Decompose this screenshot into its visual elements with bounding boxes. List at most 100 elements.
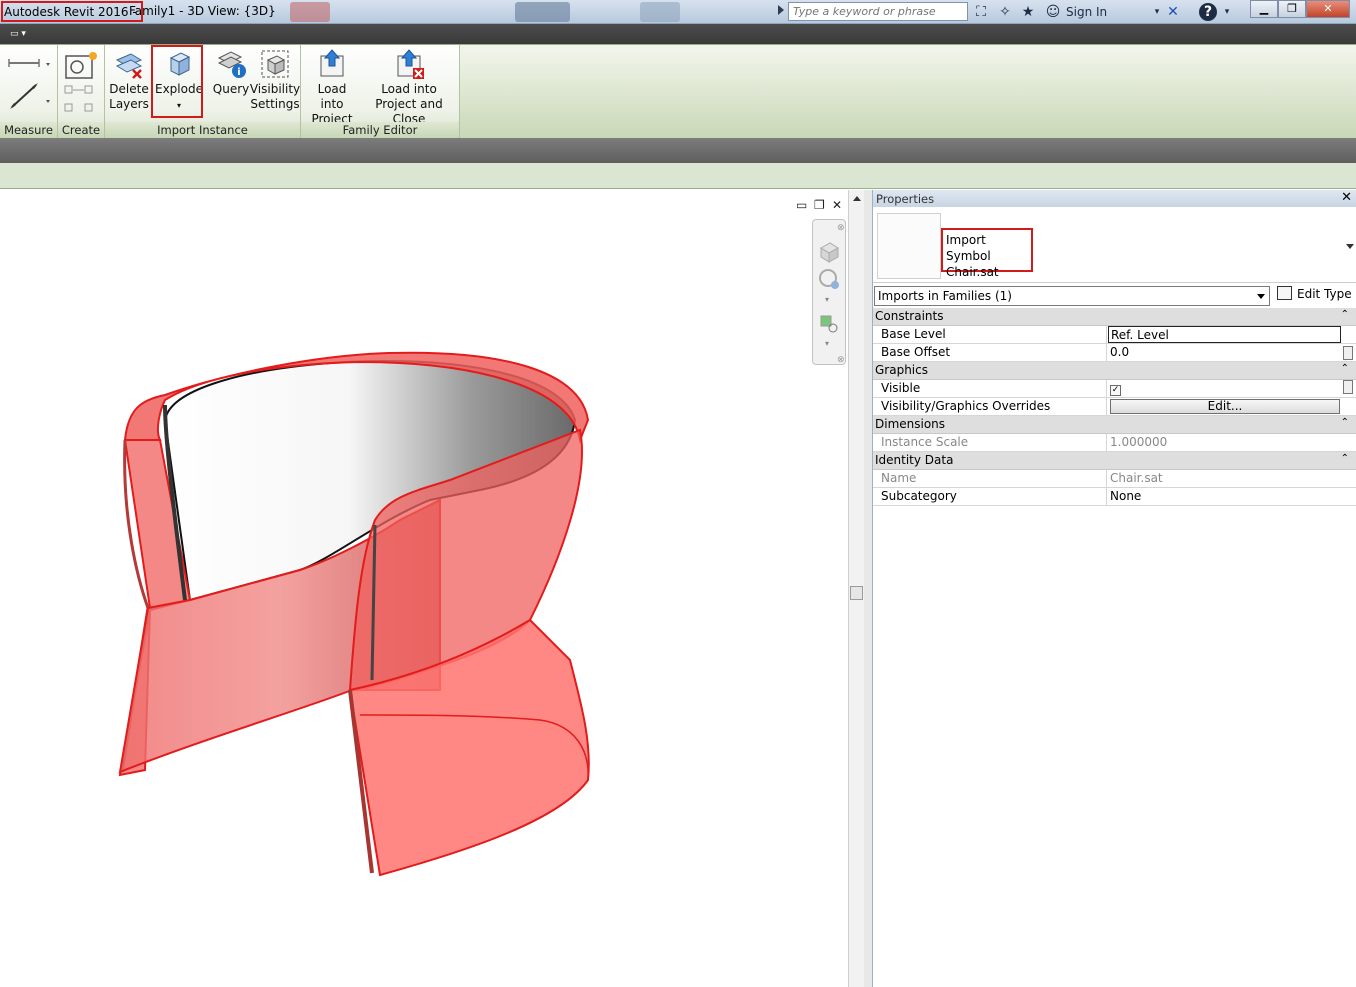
binoculars-icon[interactable]: ⛶ [972,3,990,21]
sign-in-button[interactable]: Sign In [1066,5,1107,19]
collapse-icon[interactable]: ⌃ [1341,417,1349,428]
measure-panel: Measure [0,45,58,138]
group-dimensions-label: Dimensions [875,417,946,431]
help-dropdown-icon[interactable]: ▾ [1218,3,1236,21]
edit-type-label: Edit Type [1297,287,1352,301]
scrollbar-thumb[interactable] [850,586,863,600]
view-restore-icon[interactable]: ❐ [814,198,825,212]
document-title: Family1 - 3D View: {3D} [129,4,276,18]
query-button[interactable]: i Query [209,48,253,97]
search-input[interactable] [788,2,968,21]
property-key: Visibility/Graphics Overrides [873,398,1107,415]
3d-view-canvas[interactable] [0,190,848,987]
property-key: Base Offset [873,344,1107,361]
instance-filter-dropdown[interactable]: Imports in Families (1) [874,286,1270,306]
visibility-settings-label-2: Settings [250,97,300,111]
type-name: Chair.sat [946,265,999,279]
delete-layers-button[interactable]: Delete Layers [107,48,151,112]
create-tools-icon[interactable] [63,50,101,116]
blurred-taskbar-area [515,2,570,22]
minimize-button[interactable]: ▁ [1250,0,1278,18]
family-editor-panel: Load into Project Load into Project and … [301,45,460,138]
infocenter-expand-icon[interactable] [778,5,784,15]
measure-tools-icon[interactable] [6,53,52,113]
family-editor-panel-label[interactable]: Family Editor [301,122,459,138]
application-menu-button[interactable]: ▭ ▾ [10,29,32,40]
type-family-name: Import Symbol [946,233,991,263]
base-level-field[interactable]: Ref. Level [1108,326,1341,343]
view-vertical-scrollbar[interactable] [848,190,864,987]
properties-title: Properties [876,192,935,206]
name-value: Chair.sat [1110,471,1163,485]
properties-scroll-handle[interactable] [1343,346,1353,360]
load-into-project-label-1: Load into [317,82,347,111]
explode-highlight [151,45,203,118]
property-row-name: Name Chair.sat [873,470,1356,488]
help-icon[interactable]: ? [1199,3,1217,21]
navigation-bar: ⊗ ▾ ▾ ⊗ [812,219,846,365]
properties-palette: Properties ✕ Import Symbol Chair.sat Imp… [872,190,1356,987]
star-icon[interactable]: ★ [1019,3,1037,21]
view-close-icon[interactable]: ✕ [832,198,842,212]
visibility-settings-label-1: Visibility [249,82,301,96]
load-into-project-and-close-button[interactable]: Load into Project and Close [359,48,459,127]
scroll-up-icon[interactable] [853,196,861,201]
property-row-base-level[interactable]: Base Level Ref. Level [873,326,1356,344]
properties-close-icon[interactable]: ✕ [1341,190,1352,205]
quick-access-toolbar: ▭ ▾ [0,24,1356,44]
group-graphics-label: Graphics [875,363,928,377]
property-row-vg-overrides[interactable]: Visibility/Graphics Overrides Edit... [873,398,1356,416]
property-key: Instance Scale [873,434,1107,451]
subcategory-field[interactable]: None [1108,488,1341,505]
navigation-bar-icons[interactable]: ⊗ ▾ ▾ ⊗ [813,220,847,366]
group-identity-data[interactable]: Identity Data ⌃ [873,452,1356,470]
property-row-visible[interactable]: Visible ✓ [873,380,1356,398]
group-identity-label: Identity Data [875,453,954,467]
properties-scroll-handle[interactable] [1343,380,1353,394]
load-into-project-icon [320,49,344,77]
visible-checkbox[interactable]: ✓ [1110,385,1121,396]
exchange-apps-icon[interactable]: ✕ [1164,3,1182,21]
property-key: Name [873,470,1107,487]
chevron-down-icon [1257,294,1265,299]
type-thumbnail [877,213,941,279]
visibility-settings-button[interactable]: Visibility Settings [249,48,301,112]
import-instance-panel-label[interactable]: Import Instance [105,122,300,138]
satellite-icon[interactable]: ✧ [996,3,1014,21]
measure-panel-label[interactable]: Measure [0,122,57,138]
delete-layers-label-2: Layers [109,97,149,111]
collapse-icon[interactable]: ⌃ [1341,453,1349,464]
type-name-highlight: Import Symbol Chair.sat [941,228,1033,279]
property-row-base-offset[interactable]: Base Offset 0.0 [873,344,1356,362]
create-panel-label[interactable]: Create [58,122,104,138]
properties-grid: Constraints ⌃ Base Level Ref. Level Base… [873,308,1356,506]
svg-text:⊗: ⊗ [837,223,845,233]
property-key: Base Level [873,326,1107,343]
collapse-icon[interactable]: ⌃ [1341,309,1349,320]
group-constraints[interactable]: Constraints ⌃ [873,308,1356,326]
svg-text:⊗: ⊗ [837,355,845,365]
instance-filter-value: Imports in Families (1) [878,289,1012,303]
properties-header: Properties ✕ [873,190,1356,207]
ribbon: Measure Create Delete Layers Explode ▾ i… [0,44,1356,138]
close-button[interactable]: ✕ [1306,0,1350,18]
splitter[interactable] [864,190,872,987]
base-offset-field[interactable]: 0.0 [1108,344,1341,361]
group-dimensions[interactable]: Dimensions ⌃ [873,416,1356,434]
edit-type-button[interactable]: Edit Type [1277,286,1352,301]
view-minimize-icon[interactable]: ▭ [796,198,807,212]
property-row-subcategory[interactable]: Subcategory None [873,488,1356,506]
user-icon[interactable]: ☺ [1044,3,1062,21]
type-dropdown-icon[interactable] [1346,244,1354,249]
contextual-band [0,138,1356,163]
group-graphics[interactable]: Graphics ⌃ [873,362,1356,380]
load-into-project-button[interactable]: Load into Project [305,48,359,127]
delete-layers-label-1: Delete [109,82,149,96]
restore-button[interactable]: ❐ [1278,0,1306,18]
edit-type-icon [1277,286,1292,300]
collapse-icon[interactable]: ⌃ [1341,363,1349,374]
vg-overrides-edit-button[interactable]: Edit... [1110,399,1340,414]
app-title: Autodesk Revit 2016 - [1,1,143,22]
chair-3d-model[interactable] [0,190,848,987]
type-selector[interactable]: Import Symbol Chair.sat [873,208,1356,283]
